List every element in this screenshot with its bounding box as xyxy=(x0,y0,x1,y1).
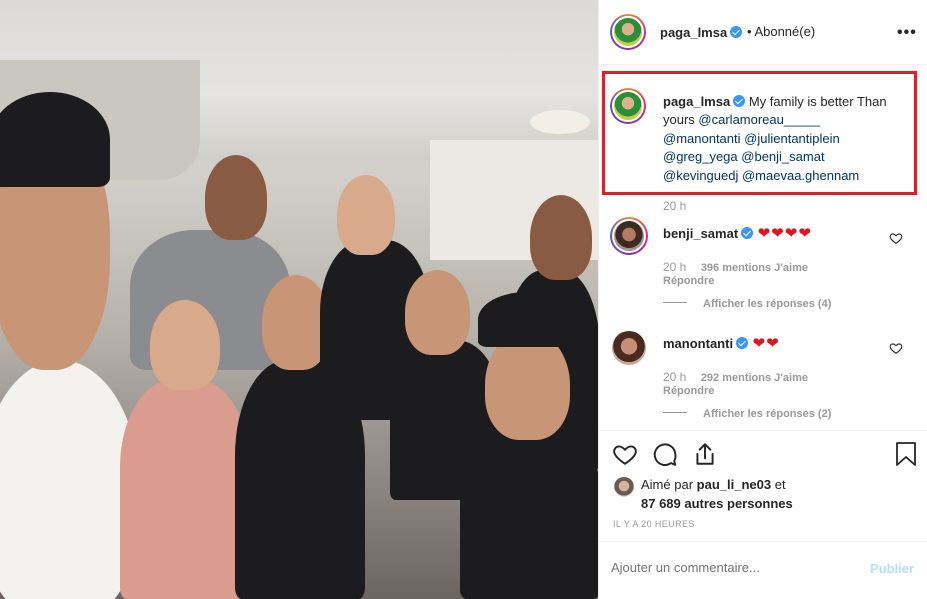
comment-row: benji_samat ❤❤❤❤ xyxy=(663,224,812,243)
section-divider xyxy=(598,430,927,431)
share-icon[interactable] xyxy=(692,441,718,467)
caption-avatar[interactable] xyxy=(610,88,646,124)
section-divider xyxy=(598,541,927,542)
comment-likes[interactable]: 292 mentions J'aime xyxy=(701,372,808,384)
post-timestamp[interactable]: IL Y A 20 HEURES xyxy=(613,519,695,529)
reply-link[interactable]: Répondre xyxy=(663,385,714,397)
mention-link[interactable]: @greg_yega xyxy=(663,149,738,164)
comment-time[interactable]: 20 h xyxy=(663,370,686,384)
caption-time[interactable]: 20 h xyxy=(663,199,686,213)
comment-username[interactable]: benji_samat xyxy=(663,226,738,241)
caption: paga_lmsa My family is better Than yours… xyxy=(663,93,913,185)
author-avatar[interactable] xyxy=(610,14,646,50)
person-face xyxy=(150,300,220,390)
heart-outline-icon[interactable] xyxy=(889,341,903,355)
author-name-row: paga_lmsa xyxy=(660,24,743,42)
liker-avatar[interactable] xyxy=(614,477,634,497)
comment-bubble-icon[interactable] xyxy=(652,441,678,467)
view-replies-row[interactable]: Afficher les réponses (2) xyxy=(663,404,831,422)
comment-likes[interactable]: 396 mentions J'aime xyxy=(701,262,808,274)
person-body xyxy=(120,380,250,599)
post-photo[interactable] xyxy=(0,0,598,599)
view-replies-link[interactable]: Afficher les réponses (2) xyxy=(703,408,831,420)
person-body xyxy=(0,360,140,599)
verified-badge-icon xyxy=(741,227,754,239)
liked-by-connector: et xyxy=(774,477,786,492)
liked-by-prefix: Aimé par xyxy=(641,477,694,492)
more-options-icon[interactable]: ••• xyxy=(897,24,917,42)
bookmark-icon[interactable] xyxy=(894,441,918,467)
mention-link[interactable]: @maevaa.ghennam xyxy=(742,168,859,183)
divider-line xyxy=(663,302,687,304)
view-replies-link[interactable]: Afficher les réponses (4) xyxy=(703,298,831,310)
mention-link[interactable]: @manontanti xyxy=(663,131,741,146)
publish-button[interactable]: Publier xyxy=(870,561,914,576)
comment-meta: 20 h 292 mentions J'aime xyxy=(663,368,808,386)
liked-by-summary: Aimé par pau_li_ne03 et 87 689 autres pe… xyxy=(641,476,793,513)
person-face xyxy=(337,175,395,255)
person-face xyxy=(530,195,592,280)
mention-link[interactable]: @carlamoreau_____ xyxy=(698,112,820,127)
comment-username[interactable]: manontanti xyxy=(663,336,733,351)
verified-badge-icon xyxy=(733,95,746,107)
liker-username[interactable]: pau_li_ne03 xyxy=(697,477,771,492)
person-face xyxy=(405,270,470,355)
heart-outline-icon[interactable] xyxy=(889,231,903,245)
reply-link[interactable]: Répondre xyxy=(663,275,714,287)
like-heart-icon[interactable] xyxy=(612,441,638,467)
person-face xyxy=(205,155,267,240)
add-comment-input[interactable] xyxy=(611,560,861,575)
cap xyxy=(478,292,576,347)
author-username[interactable]: paga_lmsa xyxy=(660,25,727,40)
comment-row: manontanti ❤❤ xyxy=(663,334,780,353)
comment-avatar[interactable] xyxy=(612,331,646,365)
person-body xyxy=(460,420,598,599)
cap xyxy=(0,92,110,187)
liked-by-others[interactable]: 87 689 autres personnes xyxy=(641,496,793,511)
verified-badge-icon xyxy=(730,26,743,38)
comment-time[interactable]: 20 h xyxy=(663,260,686,274)
comment-text: ❤❤❤❤ xyxy=(757,225,812,242)
mention-link[interactable]: @julientantiplein xyxy=(744,131,840,146)
mention-link[interactable]: @kevinguedj xyxy=(663,168,738,183)
comment-text: ❤❤ xyxy=(752,335,780,352)
cabin-light xyxy=(530,110,590,134)
mention-link[interactable]: @benji_samat xyxy=(741,149,824,164)
view-replies-row[interactable]: Afficher les réponses (4) xyxy=(663,294,831,312)
divider-line xyxy=(663,412,687,414)
comment-meta: 20 h 396 mentions J'aime xyxy=(663,258,808,276)
comment-avatar[interactable] xyxy=(610,217,648,255)
caption-username[interactable]: paga_lmsa xyxy=(663,94,730,109)
verified-badge-icon xyxy=(736,337,749,349)
follow-status[interactable]: • Abonné(e) xyxy=(747,24,815,39)
